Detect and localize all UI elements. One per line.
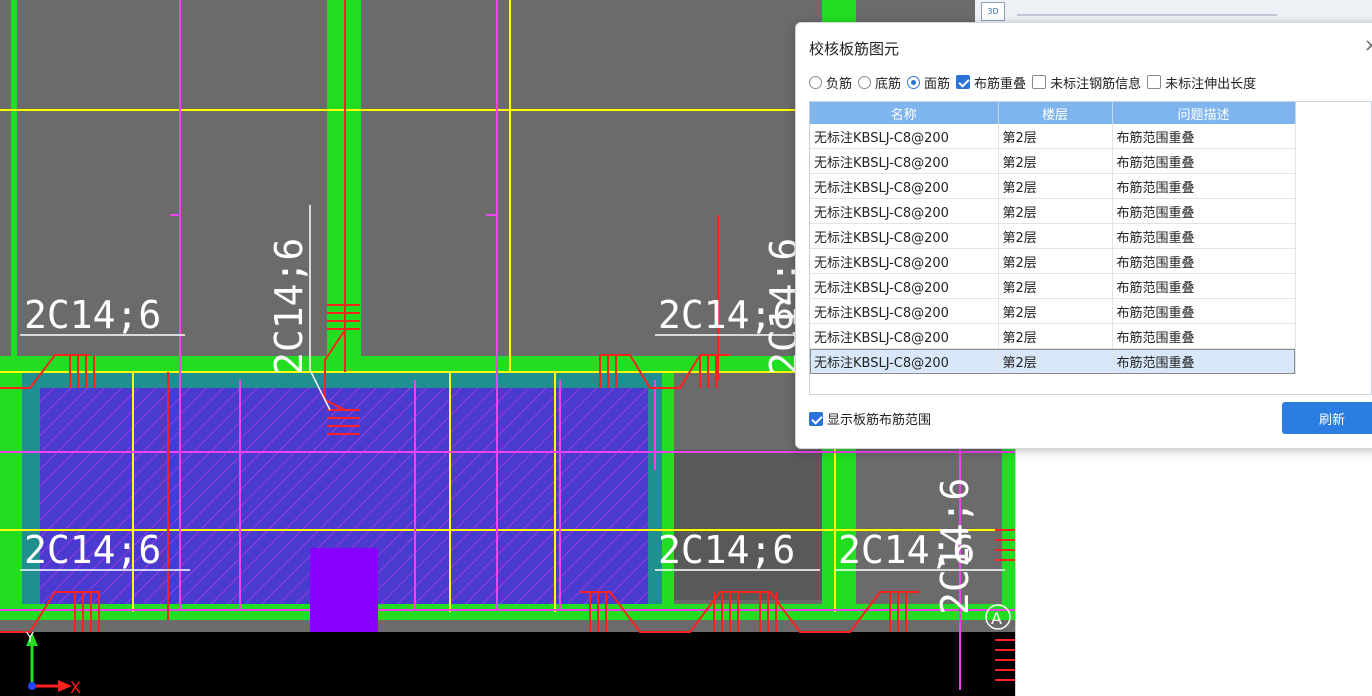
radio-label: 面筋 [924, 76, 951, 92]
checkbox-checked-icon[interactable] [956, 75, 971, 89]
cell-name: 无标注KBSLJ-C8@200 [810, 273, 999, 299]
cell-description: 布筋范围重叠 [1112, 173, 1296, 199]
check-unmarked-rebar-info[interactable]: 未标注钢筋信息 [1032, 73, 1141, 92]
checkbox-label: 布筋重叠 [974, 76, 1027, 92]
cell-description: 布筋范围重叠 [1112, 148, 1296, 174]
refresh-button[interactable]: 刷新 [1282, 402, 1372, 434]
cell-description: 布筋范围重叠 [1112, 273, 1296, 299]
check-unmarked-extension-length[interactable]: 未标注伸出长度 [1147, 73, 1256, 92]
cell-description: 布筋范围重叠 [1112, 348, 1296, 374]
cell-floor: 第2层 [998, 348, 1113, 374]
cell-name: 无标注KBSLJ-C8@200 [810, 223, 999, 249]
radio-top-rebar[interactable]: 面筋 [907, 73, 950, 92]
rebar-label-vertical: 2C14;6 [267, 238, 311, 375]
table-row-selected[interactable]: 无标注KBSLJ-C8@200 第2层 布筋范围重叠 [810, 348, 1296, 374]
table-row[interactable]: 无标注KBSLJ-C8@200 第2层 布筋范围重叠 [810, 248, 1296, 274]
table-header-row: 名称 楼层 问题描述 [810, 102, 1296, 124]
cell-name: 无标注KBSLJ-C8@200 [810, 348, 999, 374]
cell-description: 布筋范围重叠 [1112, 323, 1296, 349]
radio-selected-icon[interactable] [907, 75, 921, 89]
dialog-title: 校核板筋图元 [809, 40, 900, 58]
table-row[interactable]: 无标注KBSLJ-C8@200 第2层 布筋范围重叠 [810, 124, 1296, 149]
toolbar-tabs[interactable] [1017, 0, 1277, 16]
table-row[interactable]: 无标注KBSLJ-C8@200 第2层 布筋范围重叠 [810, 298, 1296, 324]
table-row[interactable]: 无标注KBSLJ-C8@200 第2层 布筋范围重叠 [810, 223, 1296, 249]
cell-floor: 第2层 [998, 198, 1113, 224]
cell-floor: 第2层 [998, 298, 1113, 324]
table-row[interactable]: 无标注KBSLJ-C8@200 第2层 布筋范围重叠 [810, 273, 1296, 299]
column-header-name[interactable]: 名称 [810, 102, 999, 124]
filter-options: 负筋 底筋 面筋 布筋重叠 未标注钢筋信息 未标注伸出长度 [809, 72, 1262, 92]
cell-description: 布筋范围重叠 [1112, 198, 1296, 224]
cell-floor: 第2层 [998, 323, 1113, 349]
column-header-description[interactable]: 问题描述 [1112, 102, 1296, 124]
cell-name: 无标注KBSLJ-C8@200 [810, 124, 999, 149]
cell-floor: 第2层 [998, 124, 1113, 149]
column-purple [310, 548, 378, 632]
radio-icon[interactable] [858, 75, 872, 89]
cad-bottom-black-area [0, 632, 1015, 696]
cell-name: 无标注KBSLJ-C8@200 [810, 248, 999, 274]
rebar-label: 2C14;6 [658, 528, 795, 572]
table-row[interactable]: 无标注KBSLJ-C8@200 第2层 布筋范围重叠 [810, 148, 1296, 174]
table-row[interactable]: 无标注KBSLJ-C8@200 第2层 布筋范围重叠 [810, 323, 1296, 349]
checkbox-label: 未标注钢筋信息 [1050, 76, 1142, 92]
slab-region-right [672, 450, 822, 600]
axis-y-label: Y [25, 631, 34, 646]
cell-floor: 第2层 [998, 223, 1113, 249]
cell-floor: 第2层 [998, 248, 1113, 274]
radio-negative-rebar[interactable]: 负筋 [809, 73, 852, 92]
cell-description: 布筋范围重叠 [1112, 124, 1296, 149]
check-slab-rebar-dialog: 校核板筋图元 × 负筋 底筋 面筋 布筋重叠 未标注钢筋信息 未标注伸出长度 名… [795, 22, 1372, 449]
cell-floor: 第2层 [998, 173, 1113, 199]
cell-name: 无标注KBSLJ-C8@200 [810, 323, 999, 349]
close-icon[interactable]: × [1364, 35, 1372, 56]
show-slab-rebar-range-checkbox[interactable]: 显示板筋布筋范围 [809, 409, 931, 428]
toolbar-strip: 3D [975, 0, 1372, 23]
rebar-label: 2C14;6 [24, 293, 161, 337]
table-row[interactable]: 无标注KBSLJ-C8@200 第2层 布筋范围重叠 [810, 173, 1296, 199]
checkbox-checked-icon[interactable] [809, 411, 823, 426]
cell-floor: 第2层 [998, 273, 1113, 299]
cell-name: 无标注KBSLJ-C8@200 [810, 173, 999, 199]
checkbox-label: 未标注伸出长度 [1165, 76, 1257, 92]
checkbox-label: 显示板筋布筋范围 [827, 413, 932, 428]
view-3d-icon[interactable]: 3D [981, 2, 1005, 21]
result-table: 名称 楼层 问题描述 无标注KBSLJ-C8@200 第2层 布筋范围重叠 无标注K… [810, 102, 1296, 374]
radio-label: 底筋 [875, 76, 902, 92]
result-table-container: 名称 楼层 问题描述 无标注KBSLJ-C8@200 第2层 布筋范围重叠 无标注K… [809, 101, 1372, 395]
table-row[interactable]: 无标注KBSLJ-C8@200 第2层 布筋范围重叠 [810, 198, 1296, 224]
svg-text:A: A [991, 609, 1002, 628]
cell-name: 无标注KBSLJ-C8@200 [810, 148, 999, 174]
axis-x-label: X [70, 678, 81, 696]
column-header-floor[interactable]: 楼层 [998, 102, 1113, 124]
radio-label: 负筋 [826, 76, 853, 92]
cell-name: 无标注KBSLJ-C8@200 [810, 198, 999, 224]
cell-floor: 第2层 [998, 148, 1113, 174]
check-rebar-overlap[interactable]: 布筋重叠 [956, 73, 1026, 92]
cell-description: 布筋范围重叠 [1112, 248, 1296, 274]
cell-name: 无标注KBSLJ-C8@200 [810, 298, 999, 324]
checkbox-icon[interactable] [1147, 75, 1162, 89]
radio-bottom-rebar[interactable]: 底筋 [858, 73, 901, 92]
rebar-label-vertical: 2C14;6 [933, 478, 977, 615]
cell-description: 布筋范围重叠 [1112, 223, 1296, 249]
radio-icon[interactable] [809, 75, 822, 89]
checkbox-icon[interactable] [1032, 75, 1047, 89]
cell-description: 布筋范围重叠 [1112, 298, 1296, 324]
rebar-label: 2C14;6 [24, 528, 161, 572]
